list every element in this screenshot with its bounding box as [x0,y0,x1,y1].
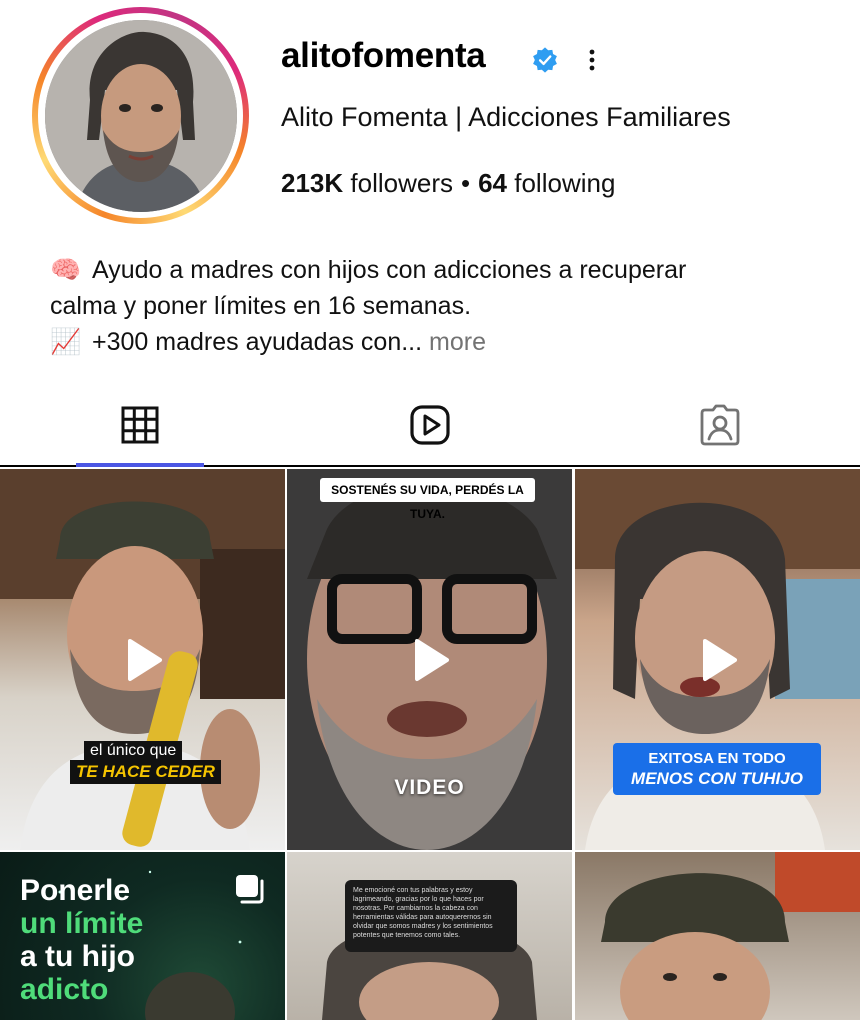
post-tile-3[interactable]: EXITOSA EN TODO MENOS CON TUHIJO [575,469,860,850]
post-3-caption-line-2: MENOS CON TUHIJO [631,769,803,788]
post-4-text: Ponerle un límite a tu hijo adicto [20,874,143,1006]
reel-play-icon [702,638,737,681]
following-label: following [514,168,616,198]
post-tile-4[interactable]: Ponerle un límite a tu hijo adicto [0,852,285,1020]
profile-tabs [0,385,860,467]
post-1-caption-line-1: el único que [84,741,183,761]
post-3-caption-line-1: EXITOSA EN TODO [648,750,786,767]
bio-more-link[interactable]: more [429,328,486,356]
reels-icon [410,405,450,445]
following-count: 64 [478,168,508,198]
profile-stats: 213K followers • 64 following [281,168,615,199]
tagged-icon [700,404,740,446]
bio: 🧠 Ayudo a madres con hijos con adicciones… [50,252,840,360]
post-tile-6[interactable] [575,852,860,1020]
avatar-gap [38,13,243,218]
grid-icon [121,406,159,444]
reel-play-icon [127,638,162,681]
post-tile-5[interactable]: Me emocioné con tus palabras y estoy lag… [287,852,572,1020]
carousel-icon [236,875,264,904]
bio-line-2: calma y poner límites en 16 semanas. [50,292,472,320]
bio-line-3: 📈 +300 madres ayudadas con... more [50,324,840,360]
bio-line-3-text: +300 madres ayudadas con... [92,328,423,356]
bio-line-1-text: Ayudo a madres con hijos con adicciones … [92,256,687,284]
tab-posts[interactable] [76,385,204,467]
post-2-top-sticker: SOSTENÉS SU VIDA, PERDÉS LA TUYA. [320,478,535,521]
post-2-center-word: VIDEO [394,776,465,799]
post-tile-1[interactable]: el único que TE HACE CEDER [0,469,285,850]
avatar[interactable] [44,19,237,212]
reel-play-icon [414,638,449,681]
username: alitofomenta [281,36,486,75]
post-3-caption: EXITOSA EN TODO MENOS CON TUHIJO [613,743,821,795]
followers-link[interactable]: 213K followers [281,168,453,198]
verified-badge-icon [533,47,557,73]
post-6-figure [601,852,860,1020]
post-5-chat-screenshot: Me emocioné con tus palabras y estoy lag… [345,880,517,952]
post-tile-2[interactable]: SOSTENÉS SU VIDA, PERDÉS LA TUYA. VIDEO [287,469,572,850]
post-4-line-2: un límite [20,907,144,940]
profile-avatar-ring[interactable] [32,7,249,224]
bio-line-1: 🧠 Ayudo a madres con hijos con adicciones… [50,252,840,288]
followers-count: 213K [281,168,344,198]
followers-label: followers [350,168,453,198]
chart-emoji: 📈 [50,328,82,356]
avatar-portrait [44,19,237,212]
post-6-thumbnail [575,852,860,1020]
post-4-line-4: adicto [20,973,109,1006]
more-options-icon[interactable] [578,46,606,74]
stats-separator: • [460,168,471,198]
post-4-line-1: Ponerle [20,874,131,907]
following-link[interactable]: 64 following [478,168,615,198]
tab-tagged[interactable] [656,385,784,465]
full-name: Alito Fomenta | Adicciones Familiares [281,102,731,132]
post-1-caption-line-2: TE HACE CEDER [70,760,221,784]
brain-emoji: 🧠 [50,256,82,284]
post-4-line-3: a tu hijo [20,940,135,973]
tab-reels[interactable] [366,385,494,465]
